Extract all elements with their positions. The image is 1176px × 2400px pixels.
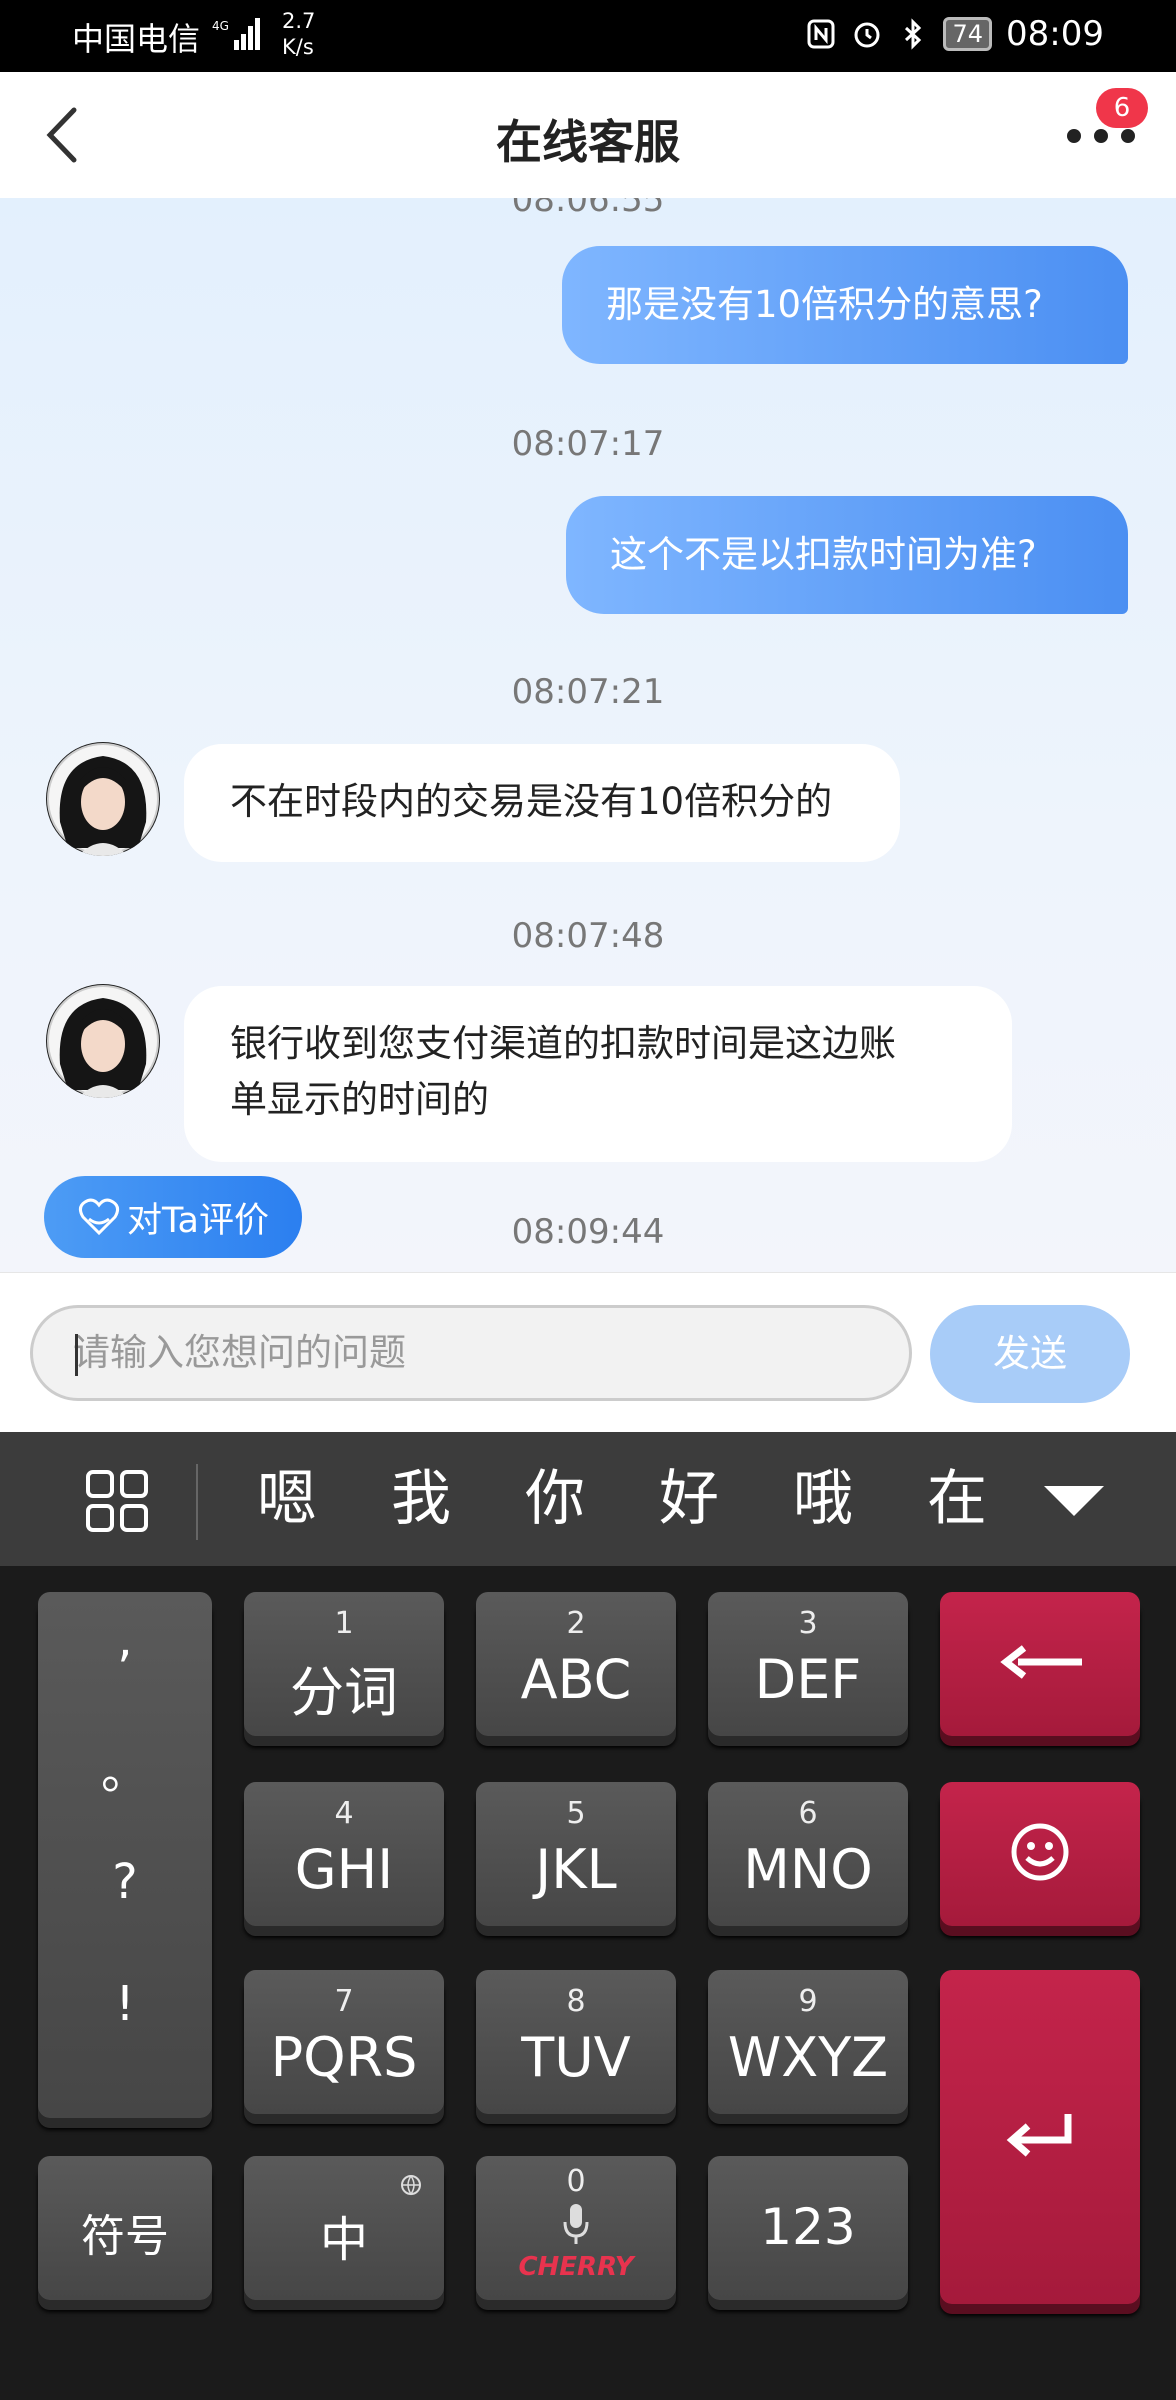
agent-avatar [46, 984, 160, 1098]
key-9[interactable]: 9 WXYZ [708, 1970, 908, 2114]
globe-icon [401, 2175, 421, 2196]
candidate-word[interactable]: 我 [354, 1456, 488, 1542]
message-timestamp: 08:07:17 [511, 424, 665, 464]
signal-icon: 4G [212, 18, 260, 50]
incoming-message: 不在时段内的交易是没有10倍积分的 [184, 744, 900, 862]
outgoing-message: 这个不是以扣款时间为准? [566, 496, 1128, 614]
candidate-word[interactable]: 好 [622, 1456, 756, 1542]
keyboard: 嗯 我 你 好 哦 在 , 。 ? ! 1 分词 2 ABC 3 DEF 4 G… [0, 1432, 1176, 2400]
divider [196, 1464, 198, 1540]
backspace-key[interactable] [940, 1592, 1140, 1736]
alarm-icon [854, 22, 880, 48]
message-input[interactable]: 请输入您想问的问题 [30, 1305, 912, 1401]
candidate-word[interactable]: 哦 [756, 1456, 890, 1542]
notification-badge: 6 [1096, 88, 1148, 128]
message-timestamp: 08:07:48 [511, 916, 665, 956]
collapse-keyboard-icon[interactable] [1044, 1486, 1104, 1516]
symbol-key[interactable]: 符号 [38, 2156, 212, 2300]
candidate-word[interactable]: 在 [890, 1456, 1024, 1542]
key-1[interactable]: 1 分词 [244, 1592, 444, 1736]
key-2[interactable]: 2 ABC [476, 1592, 676, 1736]
nfc-icon [807, 19, 835, 49]
message-timestamp: 08:07:21 [511, 672, 665, 712]
key-6[interactable]: 6 MNO [708, 1782, 908, 1926]
numeric-key[interactable]: 123 [708, 2156, 908, 2300]
microphone-icon [563, 2204, 589, 2244]
emoji-key[interactable] [940, 1782, 1140, 1926]
key-8[interactable]: 8 TUV [476, 1970, 676, 2114]
page-title: 在线客服 [496, 115, 680, 169]
battery-indicator: 74 [943, 17, 993, 51]
incoming-message: 银行收到您支付渠道的扣款时间是这边账 单显示的时间的 [184, 986, 1012, 1162]
outgoing-message: 那是没有10倍积分的意思? [562, 246, 1128, 364]
candidate-bar: 嗯 我 你 好 哦 在 [0, 1432, 1176, 1566]
cherry-logo: CHERRY [518, 2252, 634, 2282]
carrier-label: 中国电信 [72, 20, 201, 58]
svg-text:4G: 4G [212, 19, 229, 33]
status-bar: 中国电信 4G 2.7 K/s 74 08:09 [0, 0, 1176, 72]
text-cursor [75, 1334, 78, 1376]
network-speed: 2.7 K/s [282, 9, 316, 59]
key-3[interactable]: 3 DEF [708, 1592, 908, 1736]
menu-grid-icon[interactable] [86, 1470, 148, 1532]
send-button[interactable]: 发送 [930, 1305, 1130, 1403]
clock: 08:09 [1006, 14, 1104, 54]
candidate-word[interactable]: 你 [488, 1456, 622, 1542]
message-timestamp: 08:06:55 [511, 198, 665, 220]
punctuation-key[interactable]: , 。 ? ! [38, 1592, 212, 2118]
candidate-word[interactable]: 嗯 [220, 1456, 354, 1542]
smiley-icon [1011, 1823, 1069, 1881]
language-key[interactable]: 中 [244, 2156, 444, 2300]
key-4[interactable]: 4 GHI [244, 1782, 444, 1926]
key-7[interactable]: 7 PQRS [244, 1970, 444, 2114]
return-arrow-icon [1006, 2114, 1072, 2157]
message-timestamp: 08:09:44 [511, 1212, 665, 1252]
bluetooth-icon [905, 18, 922, 50]
key-0-voice[interactable]: 0 CHERRY [476, 2156, 676, 2300]
backspace-arrow-icon [1000, 1645, 1082, 1679]
header: 在线客服 6 [0, 72, 1176, 198]
input-bar: 请输入您想问的问题 发送 [0, 1272, 1176, 1433]
chat-area[interactable]: 08:06:55 那是没有10倍积分的意思? 08:07:17 这个不是以扣款时… [0, 198, 1176, 1272]
agent-avatar [46, 742, 160, 856]
key-5[interactable]: 5 JKL [476, 1782, 676, 1926]
enter-key[interactable] [940, 1970, 1140, 2304]
